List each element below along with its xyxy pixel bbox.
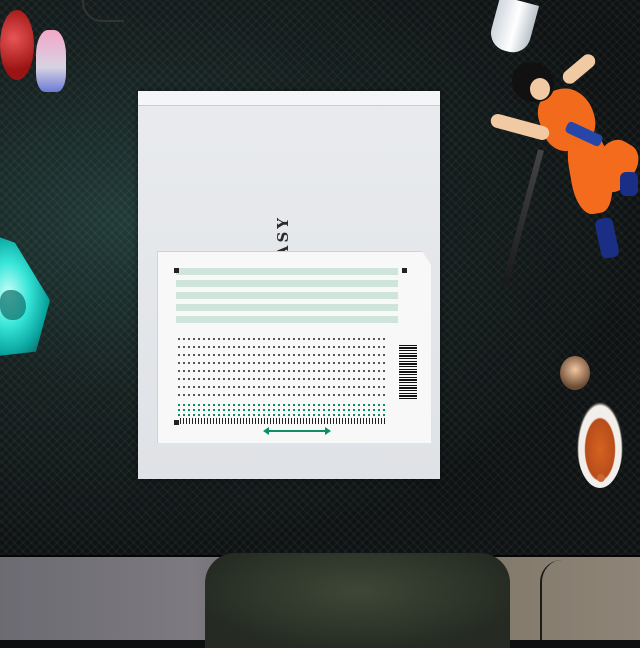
timing-mark bbox=[402, 268, 407, 273]
bubble-row bbox=[178, 338, 388, 340]
person-legs bbox=[205, 553, 510, 648]
answer-sheet bbox=[157, 251, 431, 443]
pink-figurine bbox=[36, 30, 66, 92]
bubble-row bbox=[178, 386, 388, 388]
bubble-row bbox=[178, 346, 388, 348]
bubble-row bbox=[178, 370, 388, 372]
sheet-band bbox=[176, 268, 398, 275]
sticker-detail bbox=[597, 474, 605, 482]
lamp-logo bbox=[0, 290, 26, 320]
red-figurine bbox=[0, 10, 34, 80]
feed-arrow-icon bbox=[263, 427, 331, 435]
clipboard-brand: ASY bbox=[274, 215, 292, 258]
bubble-row-green bbox=[178, 409, 388, 411]
timing-track bbox=[180, 418, 386, 424]
sheet-band bbox=[176, 316, 398, 323]
figure-boot bbox=[620, 172, 638, 196]
sheet-band bbox=[176, 292, 398, 299]
barcode bbox=[399, 345, 417, 401]
bubble-row bbox=[178, 394, 388, 396]
bubble-row-green bbox=[178, 414, 388, 416]
timing-mark bbox=[174, 268, 179, 273]
mini-figurine bbox=[560, 356, 590, 390]
sheet-band bbox=[176, 280, 398, 287]
clipboard-edge bbox=[138, 91, 440, 106]
cable bbox=[540, 560, 562, 640]
bubble-row bbox=[178, 362, 388, 364]
bubble-row bbox=[178, 354, 388, 356]
figure-face bbox=[530, 78, 550, 100]
bubble-row-green bbox=[178, 404, 388, 406]
sheet-band bbox=[176, 304, 398, 311]
bubble-row bbox=[178, 378, 388, 380]
timing-mark bbox=[174, 420, 179, 425]
